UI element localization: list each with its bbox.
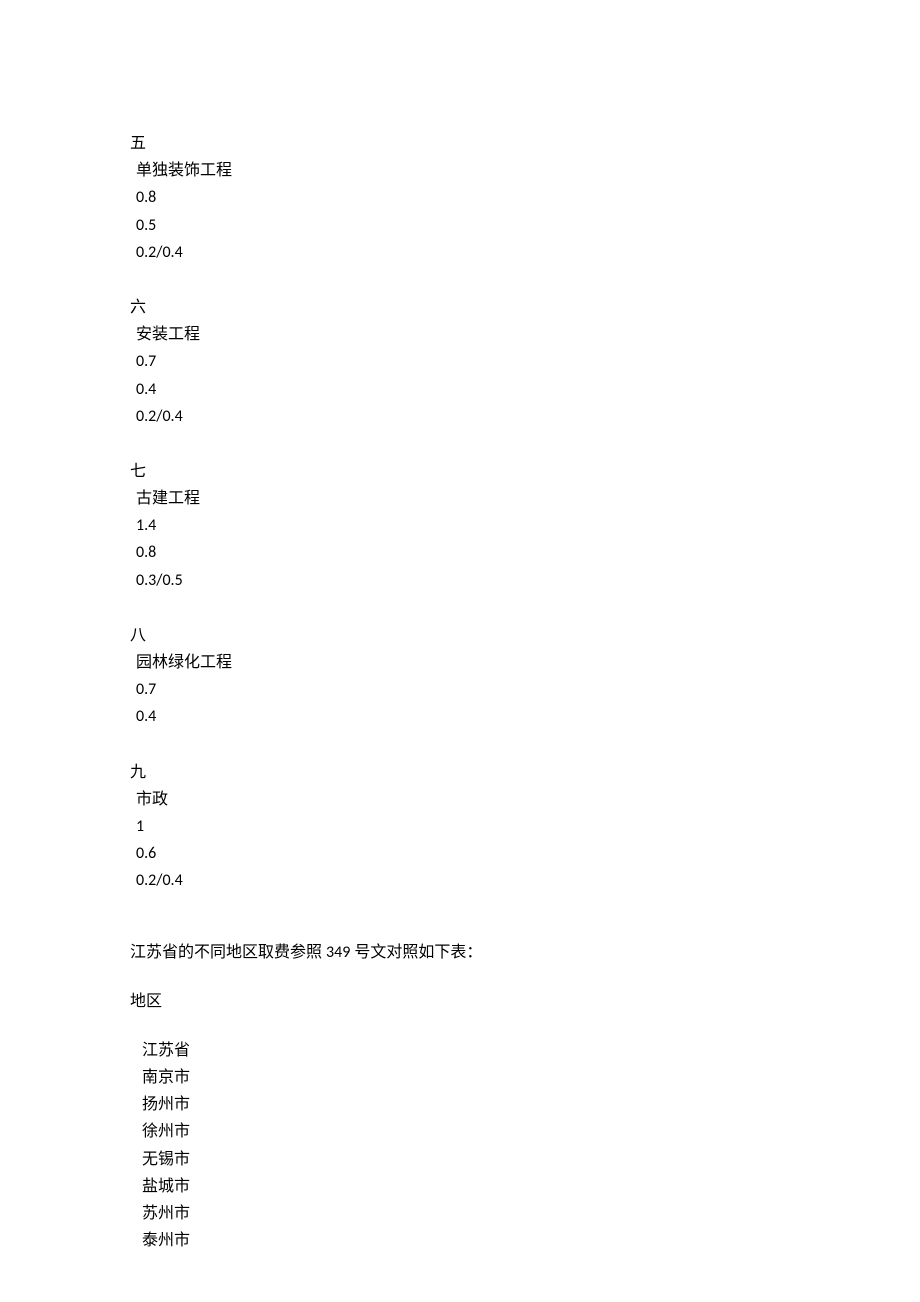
section-row: 0.6	[130, 840, 790, 867]
region-row: 徐州市	[130, 1118, 790, 1145]
section-header: 八	[130, 622, 790, 649]
region-list: 江苏省 南京市 扬州市 徐州市 无锡市 盐城市 苏州市 泰州市	[130, 1037, 790, 1255]
intro-prefix: 江苏省的不同地区取费参照	[130, 944, 326, 961]
section-row: 1.4	[130, 512, 790, 539]
section-row: 安装工程	[130, 321, 790, 348]
section-row: 0.8	[130, 184, 790, 211]
section-header: 九	[130, 759, 790, 786]
intro-suffix: 号文对照如下表：	[350, 944, 482, 961]
section-row: 0.3/0.5	[130, 567, 790, 594]
section-header: 七	[130, 458, 790, 485]
intro-number: 349	[326, 943, 350, 962]
region-row: 盐城市	[130, 1173, 790, 1200]
section-row: 0.5	[130, 212, 790, 239]
section-row: 0.2/0.4	[130, 403, 790, 430]
region-row: 扬州市	[130, 1091, 790, 1118]
region-row: 泰州市	[130, 1227, 790, 1254]
section-six: 六 安装工程 0.7 0.4 0.2/0.4	[130, 294, 790, 430]
section-row: 0.4	[130, 703, 790, 730]
section-seven: 七 古建工程 1.4 0.8 0.3/0.5	[130, 458, 790, 594]
intro-text: 江苏省的不同地区取费参照 349 号文对照如下表：	[130, 939, 790, 966]
section-row: 古建工程	[130, 485, 790, 512]
section-row: 0.7	[130, 676, 790, 703]
section-header: 五	[130, 130, 790, 157]
section-eight: 八 园林绿化工程 0.7 0.4	[130, 622, 790, 731]
section-row: 0.2/0.4	[130, 239, 790, 266]
region-row: 南京市	[130, 1064, 790, 1091]
region-row: 江苏省	[130, 1037, 790, 1064]
section-row: 1	[130, 813, 790, 840]
section-five: 五 单独装饰工程 0.8 0.5 0.2/0.4	[130, 130, 790, 266]
section-row: 园林绿化工程	[130, 649, 790, 676]
section-row: 市政	[130, 786, 790, 813]
section-row: 0.8	[130, 539, 790, 566]
section-row: 0.4	[130, 376, 790, 403]
region-row: 无锡市	[130, 1146, 790, 1173]
section-nine: 九 市政 1 0.6 0.2/0.4	[130, 759, 790, 895]
section-header: 六	[130, 294, 790, 321]
region-header: 地区	[130, 988, 790, 1015]
section-row: 单独装饰工程	[130, 157, 790, 184]
region-row: 苏州市	[130, 1200, 790, 1227]
section-row: 0.2/0.4	[130, 867, 790, 894]
document-page: 五 单独装饰工程 0.8 0.5 0.2/0.4 六 安装工程 0.7 0.4 …	[0, 0, 920, 1254]
section-row: 0.7	[130, 348, 790, 375]
